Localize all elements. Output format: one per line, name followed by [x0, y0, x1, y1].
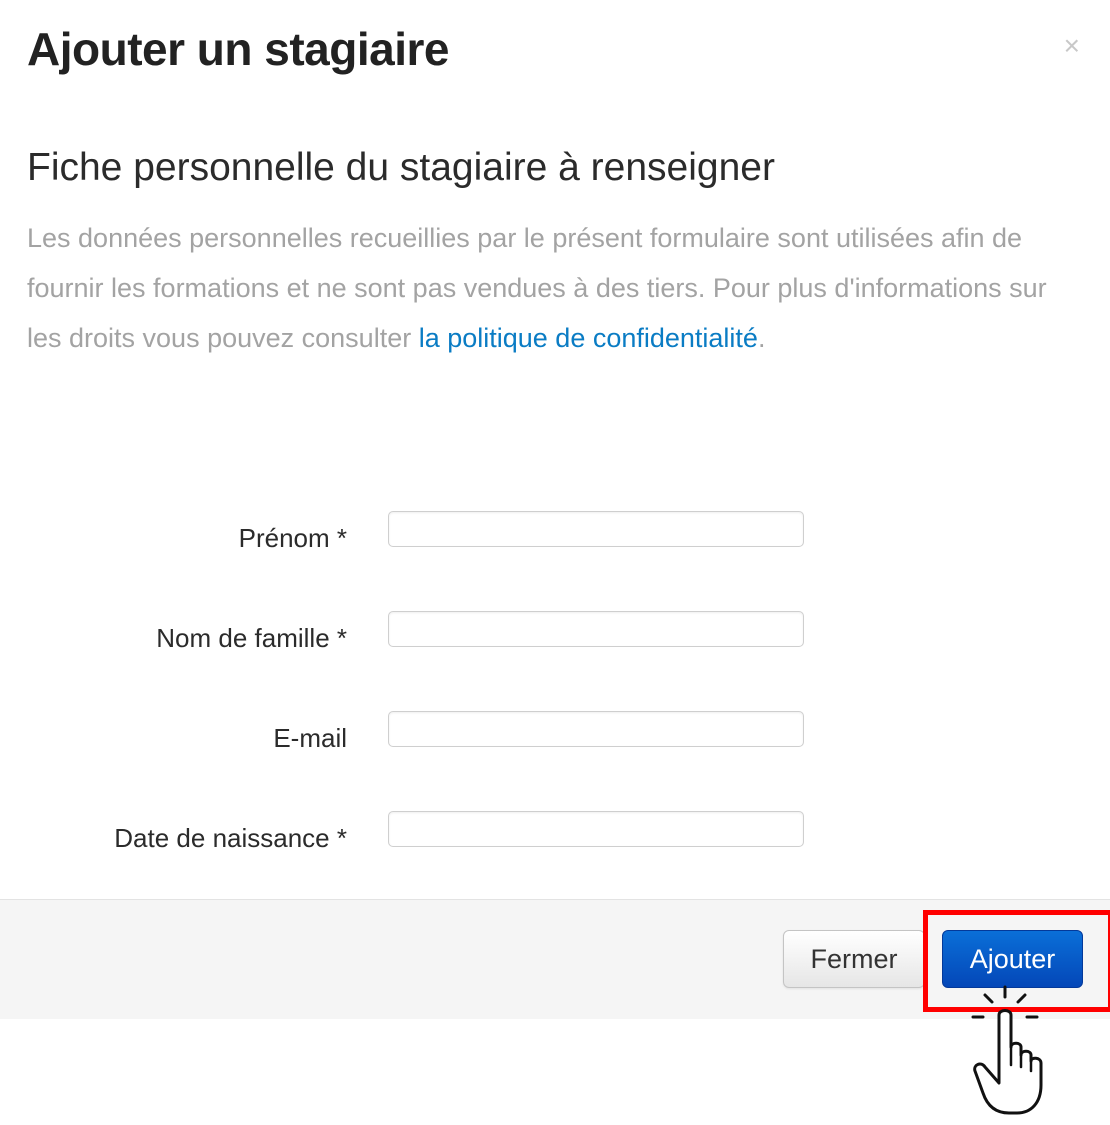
close-icon[interactable]: × [1064, 32, 1080, 60]
modal-dialog: Ajouter un stagiaire × Fiche personnelle… [0, 0, 1110, 1019]
close-button[interactable]: Fermer [783, 930, 925, 988]
form-row-firstname: Prénom * [0, 511, 1110, 553]
email-input[interactable] [388, 711, 804, 747]
privacy-notice: Les données personnelles recueillies par… [27, 213, 1057, 363]
section-title: Fiche personnelle du stagiaire à renseig… [27, 146, 775, 189]
privacy-notice-end: . [757, 323, 766, 353]
form-row-birthdate: Date de naissance * [0, 811, 1110, 853]
firstname-input[interactable] [388, 511, 804, 547]
birthdate-label: Date de naissance * [114, 823, 347, 853]
lastname-input[interactable] [388, 611, 804, 647]
privacy-policy-link[interactable]: la politique de confidentialité [419, 323, 758, 353]
firstname-label: Prénom * [238, 523, 347, 553]
modal-title: Ajouter un stagiaire [27, 23, 449, 75]
lastname-label: Nom de famille * [156, 623, 347, 653]
email-label: E-mail [273, 723, 347, 753]
add-button[interactable]: Ajouter [942, 930, 1083, 988]
form-row-lastname: Nom de famille * [0, 611, 1110, 653]
modal-footer: Fermer Ajouter [0, 899, 1110, 1019]
form-row-email: E-mail [0, 711, 1110, 753]
birthdate-input[interactable] [388, 811, 804, 847]
hand-pointer-icon [971, 985, 1043, 1115]
